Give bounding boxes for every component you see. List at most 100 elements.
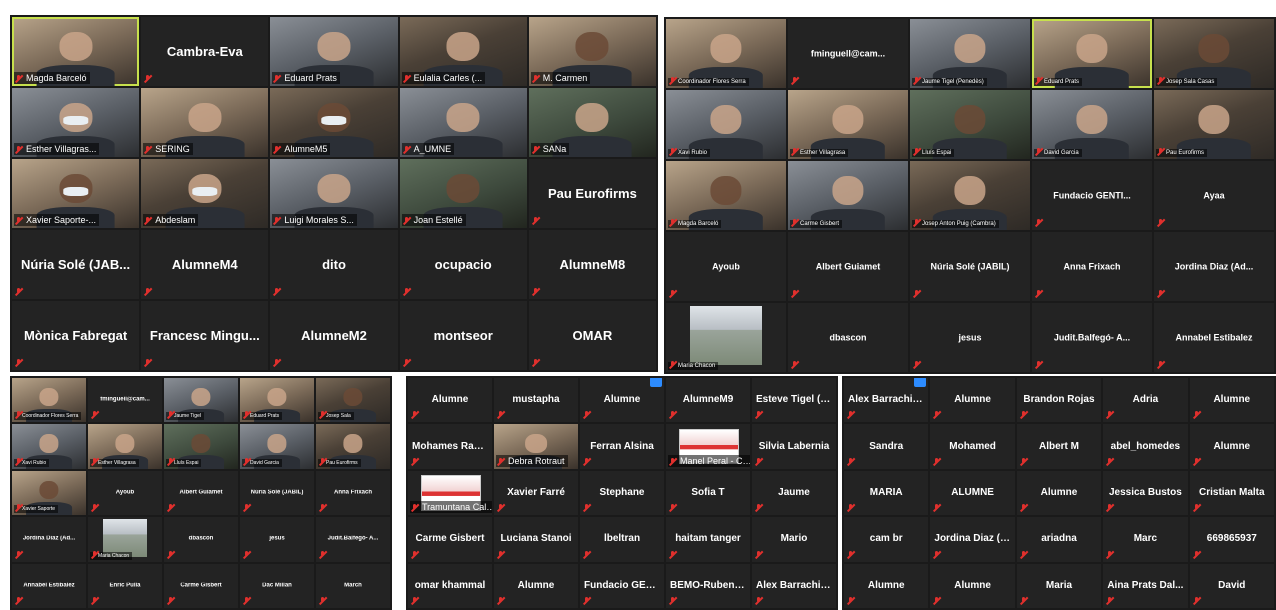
participant-tile[interactable]: Ferran Alsina bbox=[580, 424, 664, 469]
participant-tile[interactable]: Magda Barceló bbox=[666, 161, 786, 230]
participant-tile[interactable]: Sandra bbox=[844, 424, 929, 469]
participant-tile[interactable]: mustapha bbox=[494, 378, 578, 423]
participant-tile[interactable]: Dac Millan bbox=[240, 563, 314, 608]
participant-tile[interactable]: Jaume bbox=[752, 470, 836, 516]
participant-tile[interactable]: Marc bbox=[1103, 517, 1188, 562]
participant-tile[interactable]: Debra Rotraut bbox=[494, 424, 578, 469]
participant-tile[interactable]: 669865937 bbox=[1189, 517, 1274, 562]
participant-tile[interactable]: Esther Villagrasa bbox=[88, 424, 162, 469]
participant-tile[interactable]: SANa bbox=[528, 88, 656, 157]
participant-tile[interactable]: Luciana Stanoi bbox=[494, 517, 578, 562]
participant-tile[interactable]: Mario bbox=[752, 517, 836, 562]
participant-tile[interactable]: montseor bbox=[399, 301, 527, 370]
participant-tile[interactable]: David bbox=[1189, 563, 1274, 608]
participant-tile[interactable]: Lluís Espai bbox=[164, 424, 238, 469]
participant-tile[interactable]: Alumne bbox=[1016, 470, 1102, 516]
participant-tile[interactable]: Coordinador Flores Serra bbox=[12, 378, 86, 423]
participant-tile[interactable]: Aina Prats Dal... bbox=[1103, 563, 1188, 608]
participant-tile[interactable]: Alumne bbox=[408, 378, 492, 423]
participant-tile[interactable]: Alex Barrachina... bbox=[752, 563, 836, 608]
participant-tile[interactable]: Jessica Bustos bbox=[1103, 470, 1188, 516]
participant-tile[interactable]: Esteve Tigel (Pe... bbox=[752, 378, 836, 423]
participant-tile[interactable]: Núria Solé (JABIL) bbox=[910, 232, 1030, 301]
participant-tile[interactable]: ocupacio bbox=[399, 230, 527, 299]
participant-tile[interactable]: Albert Guiamet bbox=[164, 470, 238, 516]
participant-tile[interactable]: Brandon Rojas bbox=[1016, 378, 1102, 423]
participant-tile[interactable]: lbeltran bbox=[580, 517, 664, 562]
participant-tile[interactable]: Sofia T bbox=[666, 470, 750, 516]
participant-tile[interactable]: Eduard Prats bbox=[270, 17, 398, 86]
participant-tile[interactable]: cam br bbox=[844, 517, 929, 562]
participant-tile[interactable]: Pau Eurofirms bbox=[1154, 90, 1274, 159]
participant-tile[interactable]: Anna Frixach bbox=[316, 470, 390, 516]
participant-tile[interactable]: haitam tanger bbox=[666, 517, 750, 562]
participant-tile[interactable]: dbascon bbox=[164, 517, 238, 562]
participant-tile[interactable]: Alumne bbox=[580, 378, 664, 423]
participant-tile[interactable]: Luigi Morales S... bbox=[270, 159, 398, 228]
participant-tile[interactable]: Ayaa bbox=[1154, 161, 1274, 230]
participant-tile[interactable]: Josep Anton Puig (Cambra) bbox=[910, 161, 1030, 230]
participant-tile[interactable]: Lluís Espai bbox=[910, 90, 1030, 159]
participant-tile[interactable]: Esther Villagras... bbox=[12, 88, 140, 157]
participant-tile[interactable]: Carme Gisbert bbox=[788, 161, 908, 230]
participant-tile[interactable]: Cambra-Eva bbox=[141, 17, 269, 86]
participant-tile[interactable]: Alumne bbox=[930, 563, 1015, 608]
participant-tile[interactable]: AlumneM8 bbox=[528, 230, 656, 299]
participant-tile[interactable]: omar khammal bbox=[408, 563, 492, 608]
participant-tile[interactable]: dbascon bbox=[788, 303, 908, 372]
participant-tile[interactable]: Xavier Saporte-... bbox=[12, 159, 140, 228]
participant-tile[interactable]: David Garcia bbox=[1032, 90, 1152, 159]
participant-tile[interactable]: Manel Peral - Cu... bbox=[666, 424, 750, 469]
participant-tile[interactable]: Alex Barrachina... bbox=[844, 378, 929, 423]
participant-tile[interactable]: Jaume Tigel (Penedès) bbox=[910, 19, 1030, 88]
participant-tile[interactable]: Núria Solé (JABIL) bbox=[240, 470, 314, 516]
participant-tile[interactable]: Jordina Diaz (Ad... bbox=[1154, 232, 1274, 301]
participant-tile[interactable]: Maria Chacon bbox=[666, 303, 786, 372]
participant-tile[interactable]: Annabel Estibalez bbox=[12, 563, 86, 608]
participant-tile[interactable]: Alumne bbox=[844, 563, 929, 608]
participant-tile[interactable]: Mònica Fabregat bbox=[12, 301, 140, 370]
participant-tile[interactable]: Albert M bbox=[1016, 424, 1102, 469]
participant-tile[interactable]: Eduard Prats bbox=[240, 378, 314, 423]
participant-tile[interactable]: Alumne bbox=[930, 378, 1015, 423]
participant-tile[interactable]: ALUMNE bbox=[930, 470, 1015, 516]
participant-tile[interactable]: fminguell@cam... bbox=[788, 19, 908, 88]
participant-tile[interactable]: Cristian Malta bbox=[1189, 470, 1274, 516]
participant-tile[interactable]: Jaume Tigel bbox=[164, 378, 238, 423]
participant-tile[interactable]: Mohamed bbox=[930, 424, 1015, 469]
participant-tile[interactable]: Stephane bbox=[580, 470, 664, 516]
participant-tile[interactable]: Silvia Labernia bbox=[752, 424, 836, 469]
participant-tile[interactable]: Maria bbox=[1016, 563, 1102, 608]
participant-tile[interactable]: Jordina Diaz (Ad... bbox=[12, 517, 86, 562]
participant-tile[interactable]: M. Carmen bbox=[528, 17, 656, 86]
participant-tile[interactable]: Ayoub bbox=[666, 232, 786, 301]
participant-tile[interactable]: Maria Chacon bbox=[88, 517, 162, 562]
participant-tile[interactable]: Albert Guiamet bbox=[788, 232, 908, 301]
participant-tile[interactable]: Judit.Balfegó- A... bbox=[1032, 303, 1152, 372]
participant-tile[interactable]: abel_homedes bbox=[1103, 424, 1188, 469]
participant-tile[interactable]: Alumne bbox=[494, 563, 578, 608]
participant-tile[interactable]: March bbox=[316, 563, 390, 608]
participant-tile[interactable]: AlumneM4 bbox=[141, 230, 269, 299]
participant-tile[interactable]: OMAR bbox=[528, 301, 656, 370]
participant-tile[interactable]: Joan Estellé bbox=[399, 159, 527, 228]
participant-tile[interactable]: Mohames Rah... bbox=[408, 424, 492, 469]
participant-tile[interactable]: Annabel Estibalez bbox=[1154, 303, 1274, 372]
participant-tile[interactable]: David Garcia bbox=[240, 424, 314, 469]
participant-tile[interactable]: Eulalia Carles (... bbox=[399, 17, 527, 86]
participant-tile[interactable]: Francesc Mingu... bbox=[141, 301, 269, 370]
participant-tile[interactable]: Eduard Prats bbox=[1032, 19, 1152, 88]
participant-tile[interactable]: ariadna bbox=[1016, 517, 1102, 562]
participant-tile[interactable]: Fundacio GENTI... bbox=[1032, 161, 1152, 230]
participant-tile[interactable]: Esther Villagrasa bbox=[788, 90, 908, 159]
participant-tile[interactable]: AlumneM2 bbox=[270, 301, 398, 370]
participant-tile[interactable]: SERING bbox=[141, 88, 269, 157]
participant-tile[interactable]: AlumneM9 bbox=[666, 378, 750, 423]
participant-tile[interactable]: Josep Sala bbox=[316, 378, 390, 423]
participant-tile[interactable]: Carme Gisbert bbox=[408, 517, 492, 562]
participant-tile[interactable]: Xavier Saporte bbox=[12, 470, 86, 516]
participant-tile[interactable]: dito bbox=[270, 230, 398, 299]
participant-tile[interactable]: Fundacio GENTI... bbox=[580, 563, 664, 608]
participant-tile[interactable]: MARIA bbox=[844, 470, 929, 516]
participant-tile[interactable]: Enric Pulla bbox=[88, 563, 162, 608]
